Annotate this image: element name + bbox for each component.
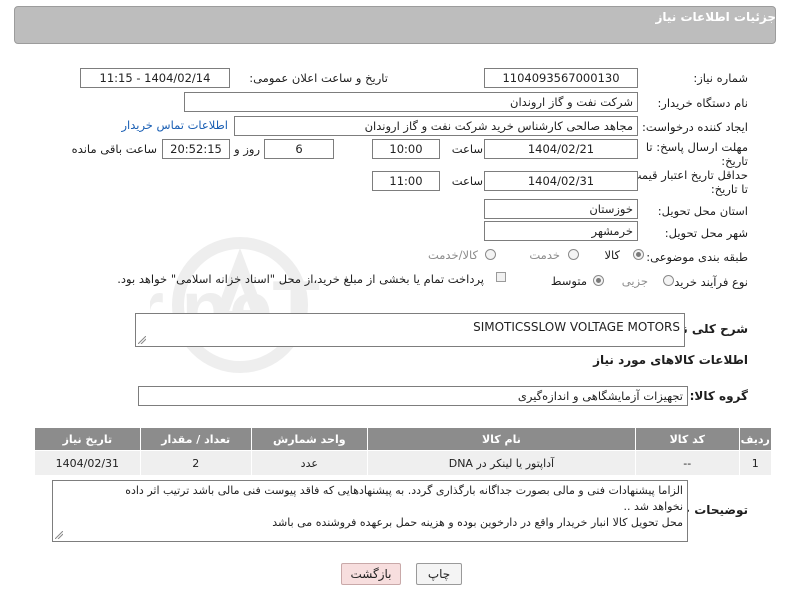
remaining-time-label: ساعت باقی مانده — [71, 142, 157, 156]
need-number-field: 1104093567000130 — [484, 68, 638, 88]
category-option-goods: کالا — [604, 248, 620, 262]
category-radio-goods-service[interactable] — [485, 249, 496, 260]
requester-label: ایجاد کننده درخواست: — [642, 120, 748, 134]
panel-title: جزئیات اطلاعات نیاز — [655, 10, 776, 24]
reply-time-label: ساعت — [451, 142, 483, 156]
header-row-number: ردیف — [738, 427, 773, 451]
cell-goods-code: -- — [634, 450, 740, 476]
resize-grip-icon[interactable] — [55, 531, 63, 539]
back-button[interactable]: بازگشت — [341, 563, 401, 585]
category-option-goods-service: کالا/خدمت — [427, 248, 478, 262]
category-radio-service[interactable] — [568, 249, 579, 260]
items-table-header: ردیف کد کالا نام کالا واحد شمارش تعداد /… — [34, 427, 773, 451]
purchase-process-label: نوع فرآیند خرید : — [666, 275, 748, 289]
buyer-org-label: نام دستگاه خریدار: — [657, 96, 748, 110]
requester-field: مجاهد صالحی کارشناس خرید شرکت نفت و گاز … — [234, 116, 638, 136]
cell-quantity: 2 — [139, 450, 252, 476]
buyer-notes-line-2: نخواهد شد .. — [623, 500, 683, 513]
header-goods-name: نام کالا — [366, 427, 636, 451]
category-radio-goods[interactable] — [633, 249, 644, 260]
buyer-org-field: شرکت نفت و گاز اروندان — [184, 92, 638, 112]
table-row: 1 -- آداپتور یا لینکر در DNA عدد 2 1404/… — [34, 450, 773, 476]
need-number-label: شماره نیاز: — [693, 71, 748, 85]
general-description-box: SIMOTICSSLOW VOLTAGE MOTORS — [135, 313, 685, 347]
header-quantity: تعداد / مقدار — [139, 427, 252, 451]
cell-row-number: 1 — [738, 450, 773, 476]
price-validity-label-2: تا تاریخ: — [710, 182, 748, 196]
header-need-date: تاریخ نیاز — [34, 427, 141, 451]
cell-unit: عدد — [250, 450, 368, 476]
goods-group-label: گروه کالا: — [689, 389, 748, 403]
process-option-medium: متوسط — [550, 274, 587, 288]
buyer-notes-box: الزاما پیشنهادات فنی و مالی بصورت جداگان… — [52, 480, 688, 542]
city-label: شهر محل تحویل: — [664, 226, 748, 240]
items-section-title: اطلاعات کالاهای مورد نیاز — [593, 353, 748, 367]
treasury-payment-note: پرداخت تمام یا بخشی از مبلغ خرید،از محل … — [117, 272, 484, 286]
buyer-contact-link[interactable]: اطلاعات تماس خریدار — [121, 118, 228, 132]
header-goods-code: کد کالا — [634, 427, 740, 451]
resize-grip-icon[interactable] — [138, 336, 146, 344]
cell-need-date: 1404/02/31 — [34, 450, 141, 476]
process-radio-minor[interactable] — [663, 275, 674, 286]
process-option-minor: جزیی — [621, 274, 648, 288]
province-field: خوزستان — [484, 199, 638, 219]
treasury-payment-checkbox[interactable] — [496, 272, 506, 282]
goods-group-field: تجهیزات آزمایشگاهی و اندازه‌گیری — [138, 386, 688, 406]
print-button[interactable]: چاپ — [416, 563, 462, 585]
category-option-service: خدمت — [529, 248, 560, 262]
cell-goods-name: آداپتور یا لینکر در DNA — [366, 450, 636, 476]
price-validity-label-1: حداقل تاریخ اعتبار قیمت: — [626, 168, 748, 182]
announce-datetime-field: 1404/02/14 - 11:15 — [80, 68, 230, 88]
price-validity-time-label: ساعت — [451, 174, 483, 188]
items-table: ردیف کد کالا نام کالا واحد شمارش تعداد /… — [34, 427, 773, 476]
reply-deadline-label-1: مهلت ارسال پاسخ: تا — [645, 140, 748, 154]
reply-deadline-label-2: تاریخ: — [721, 154, 748, 168]
general-description-text: SIMOTICSSLOW VOLTAGE MOTORS — [473, 320, 680, 334]
reply-time-field: 10:00 — [372, 139, 440, 159]
process-radio-medium[interactable] — [593, 275, 604, 286]
days-label: روز و — [234, 142, 260, 156]
header-unit: واحد شمارش — [250, 427, 368, 451]
province-label: استان محل تحویل: — [657, 204, 748, 218]
buyer-notes-line-3: محل تحویل کالا انبار خریدار واقع در دارخ… — [272, 516, 683, 529]
buyer-notes-line-1: الزاما پیشنهادات فنی و مالی بصورت جداگان… — [125, 484, 683, 497]
announce-datetime-label: تاریخ و ساعت اعلان عمومی: — [249, 71, 388, 85]
price-validity-time-field: 11:00 — [372, 171, 440, 191]
remaining-time-field: 20:52:15 — [162, 139, 230, 159]
price-validity-date-field: 1404/02/31 — [484, 171, 638, 191]
remaining-days-field: 6 — [264, 139, 334, 159]
reply-date-field: 1404/02/21 — [484, 139, 638, 159]
category-label: طبقه بندی موضوعی: — [646, 250, 748, 264]
city-field: خرمشهر — [484, 221, 638, 241]
